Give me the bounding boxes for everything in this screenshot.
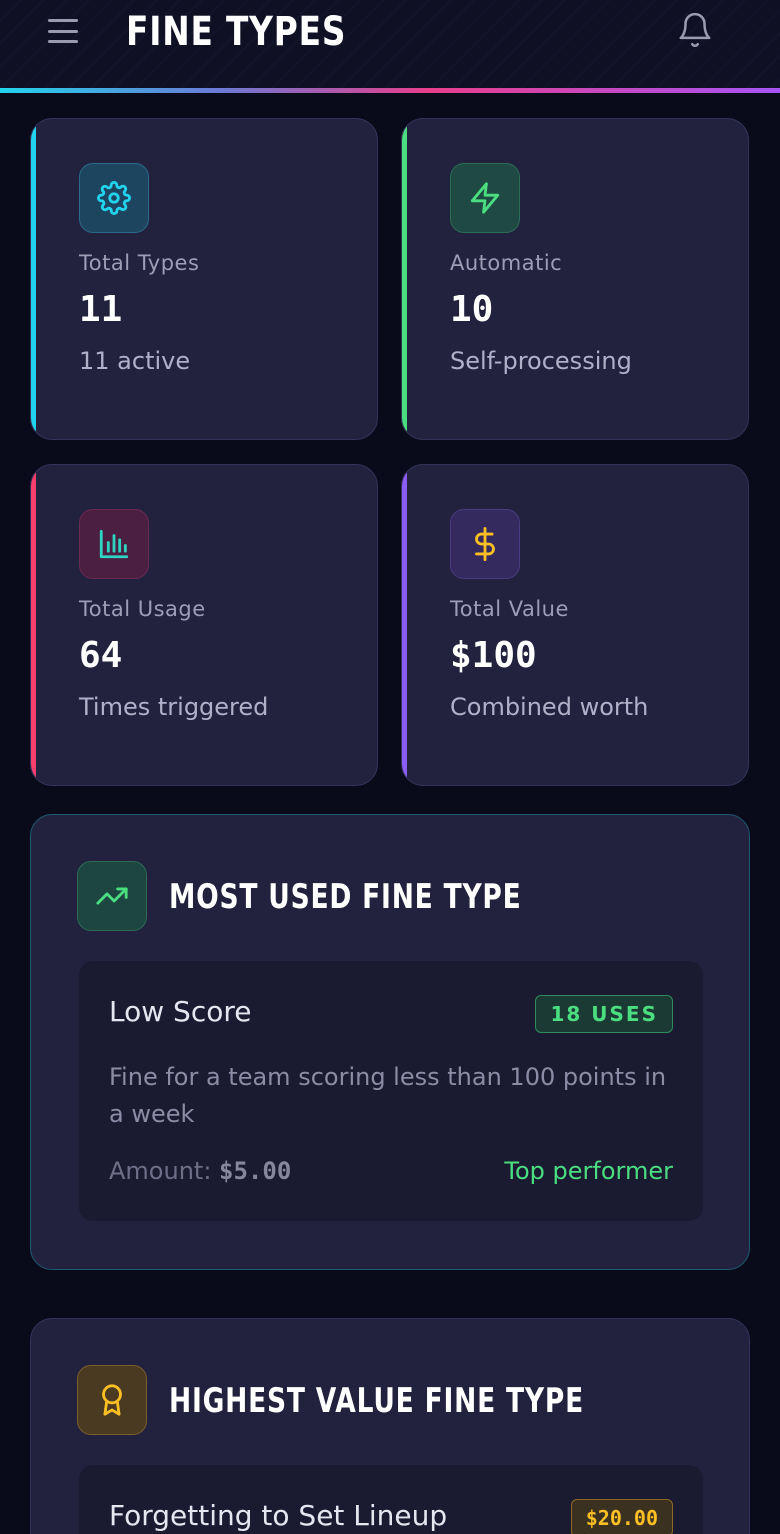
menu-icon[interactable] bbox=[46, 16, 80, 46]
top-performer-tag: Top performer bbox=[504, 1157, 673, 1185]
highest-value-panel: HIGHEST VALUE FINE TYPE Forgetting to Se… bbox=[30, 1318, 750, 1534]
amount-row: Amount: $5.00 bbox=[109, 1157, 291, 1185]
bar-chart-icon bbox=[79, 509, 149, 579]
stat-card-total-usage: Total Usage 64 Times triggered bbox=[30, 464, 378, 786]
stat-subtext: Self-processing bbox=[450, 347, 632, 375]
trending-up-icon bbox=[77, 861, 147, 931]
stat-subtext: Times triggered bbox=[79, 693, 269, 721]
header-accent-line bbox=[0, 88, 780, 93]
bell-icon[interactable] bbox=[676, 10, 714, 50]
stat-label: Total Types bbox=[79, 251, 200, 275]
stat-label: Automatic bbox=[450, 251, 563, 275]
stat-subtext: 11 active bbox=[79, 347, 191, 375]
stat-card-total-types: Total Types 11 11 active bbox=[30, 118, 378, 440]
fine-card[interactable]: Forgetting to Set Lineup $20.00 bbox=[79, 1465, 703, 1534]
award-icon bbox=[77, 1365, 147, 1435]
value-badge: $20.00 bbox=[570, 1499, 673, 1534]
page-title: FINE TYPES bbox=[126, 9, 347, 55]
amount-value: $5.00 bbox=[219, 1157, 292, 1185]
panel-title: MOST USED FINE TYPE bbox=[169, 877, 522, 917]
lightning-icon bbox=[450, 163, 520, 233]
amount-label: Amount: bbox=[109, 1157, 220, 1185]
stat-value: $100 bbox=[450, 635, 537, 676]
dollar-icon bbox=[450, 509, 520, 579]
fine-card[interactable]: Low Score 18 USES Fine for a team scorin… bbox=[79, 961, 703, 1221]
stat-subtext: Combined worth bbox=[450, 693, 649, 721]
fine-description: Fine for a team scoring less than 100 po… bbox=[109, 1063, 667, 1128]
gear-icon bbox=[79, 163, 149, 233]
stat-card-automatic: Automatic 10 Self-processing bbox=[401, 118, 749, 440]
stat-label: Total Value bbox=[450, 597, 569, 621]
uses-badge: 18 USES bbox=[535, 995, 673, 1033]
stat-value: 10 bbox=[450, 289, 494, 330]
stat-label: Total Usage bbox=[79, 597, 206, 621]
stat-value: 11 bbox=[79, 289, 123, 330]
stat-value: 64 bbox=[79, 635, 123, 676]
fine-name: Forgetting to Set Lineup bbox=[109, 1499, 448, 1532]
panel-title: HIGHEST VALUE FINE TYPE bbox=[169, 1381, 584, 1421]
app-header bbox=[0, 0, 780, 90]
stat-card-total-value: Total Value $100 Combined worth bbox=[401, 464, 749, 786]
most-used-panel: MOST USED FINE TYPE Low Score 18 USES Fi… bbox=[30, 814, 750, 1270]
fine-name: Low Score bbox=[109, 995, 252, 1028]
